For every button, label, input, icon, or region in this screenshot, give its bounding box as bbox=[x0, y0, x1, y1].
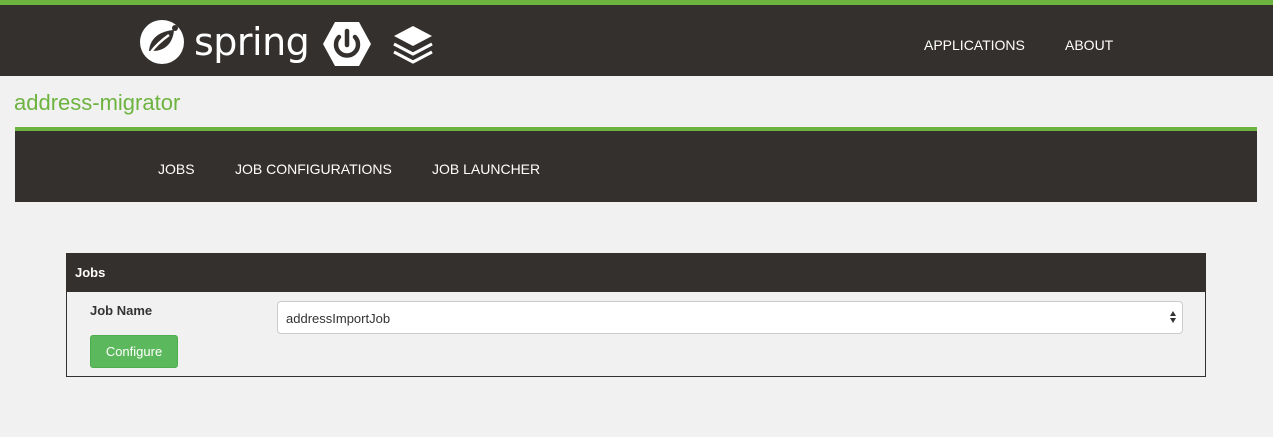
brand-name: spring bbox=[194, 20, 310, 64]
job-name-select[interactable]: addressImportJob bbox=[277, 301, 1183, 334]
subnav-item-job-configurations[interactable]: JOB CONFIGURATIONS bbox=[235, 161, 392, 177]
job-name-select-value: addressImportJob bbox=[286, 311, 391, 326]
job-name-label: Job Name bbox=[90, 303, 153, 318]
nav-applications[interactable]: APPLICATIONS bbox=[924, 37, 1025, 53]
jobs-panel: Jobs Job Name addressImportJob Configure bbox=[66, 253, 1206, 377]
page-title: address-migrator bbox=[14, 90, 181, 115]
panel-heading: Jobs bbox=[67, 254, 1205, 292]
configure-button[interactable]: Configure bbox=[90, 335, 178, 368]
top-header: spring APPLICATIONS ABOUT bbox=[0, 0, 1273, 76]
layers-stack-icon[interactable] bbox=[392, 22, 434, 68]
subnav-item-job-launcher[interactable]: JOB LAUNCHER bbox=[432, 161, 540, 177]
secondary-nav: JOBS JOB CONFIGURATIONS JOB LAUNCHER bbox=[15, 127, 1257, 202]
spring-leaf-icon bbox=[140, 20, 184, 64]
subnav-item-jobs[interactable]: JOBS bbox=[158, 161, 195, 177]
spring-logo[interactable]: spring bbox=[138, 17, 310, 67]
select-arrows-icon bbox=[1170, 311, 1176, 323]
spring-boot-power-icon[interactable] bbox=[322, 21, 372, 67]
nav-about[interactable]: ABOUT bbox=[1065, 37, 1113, 53]
